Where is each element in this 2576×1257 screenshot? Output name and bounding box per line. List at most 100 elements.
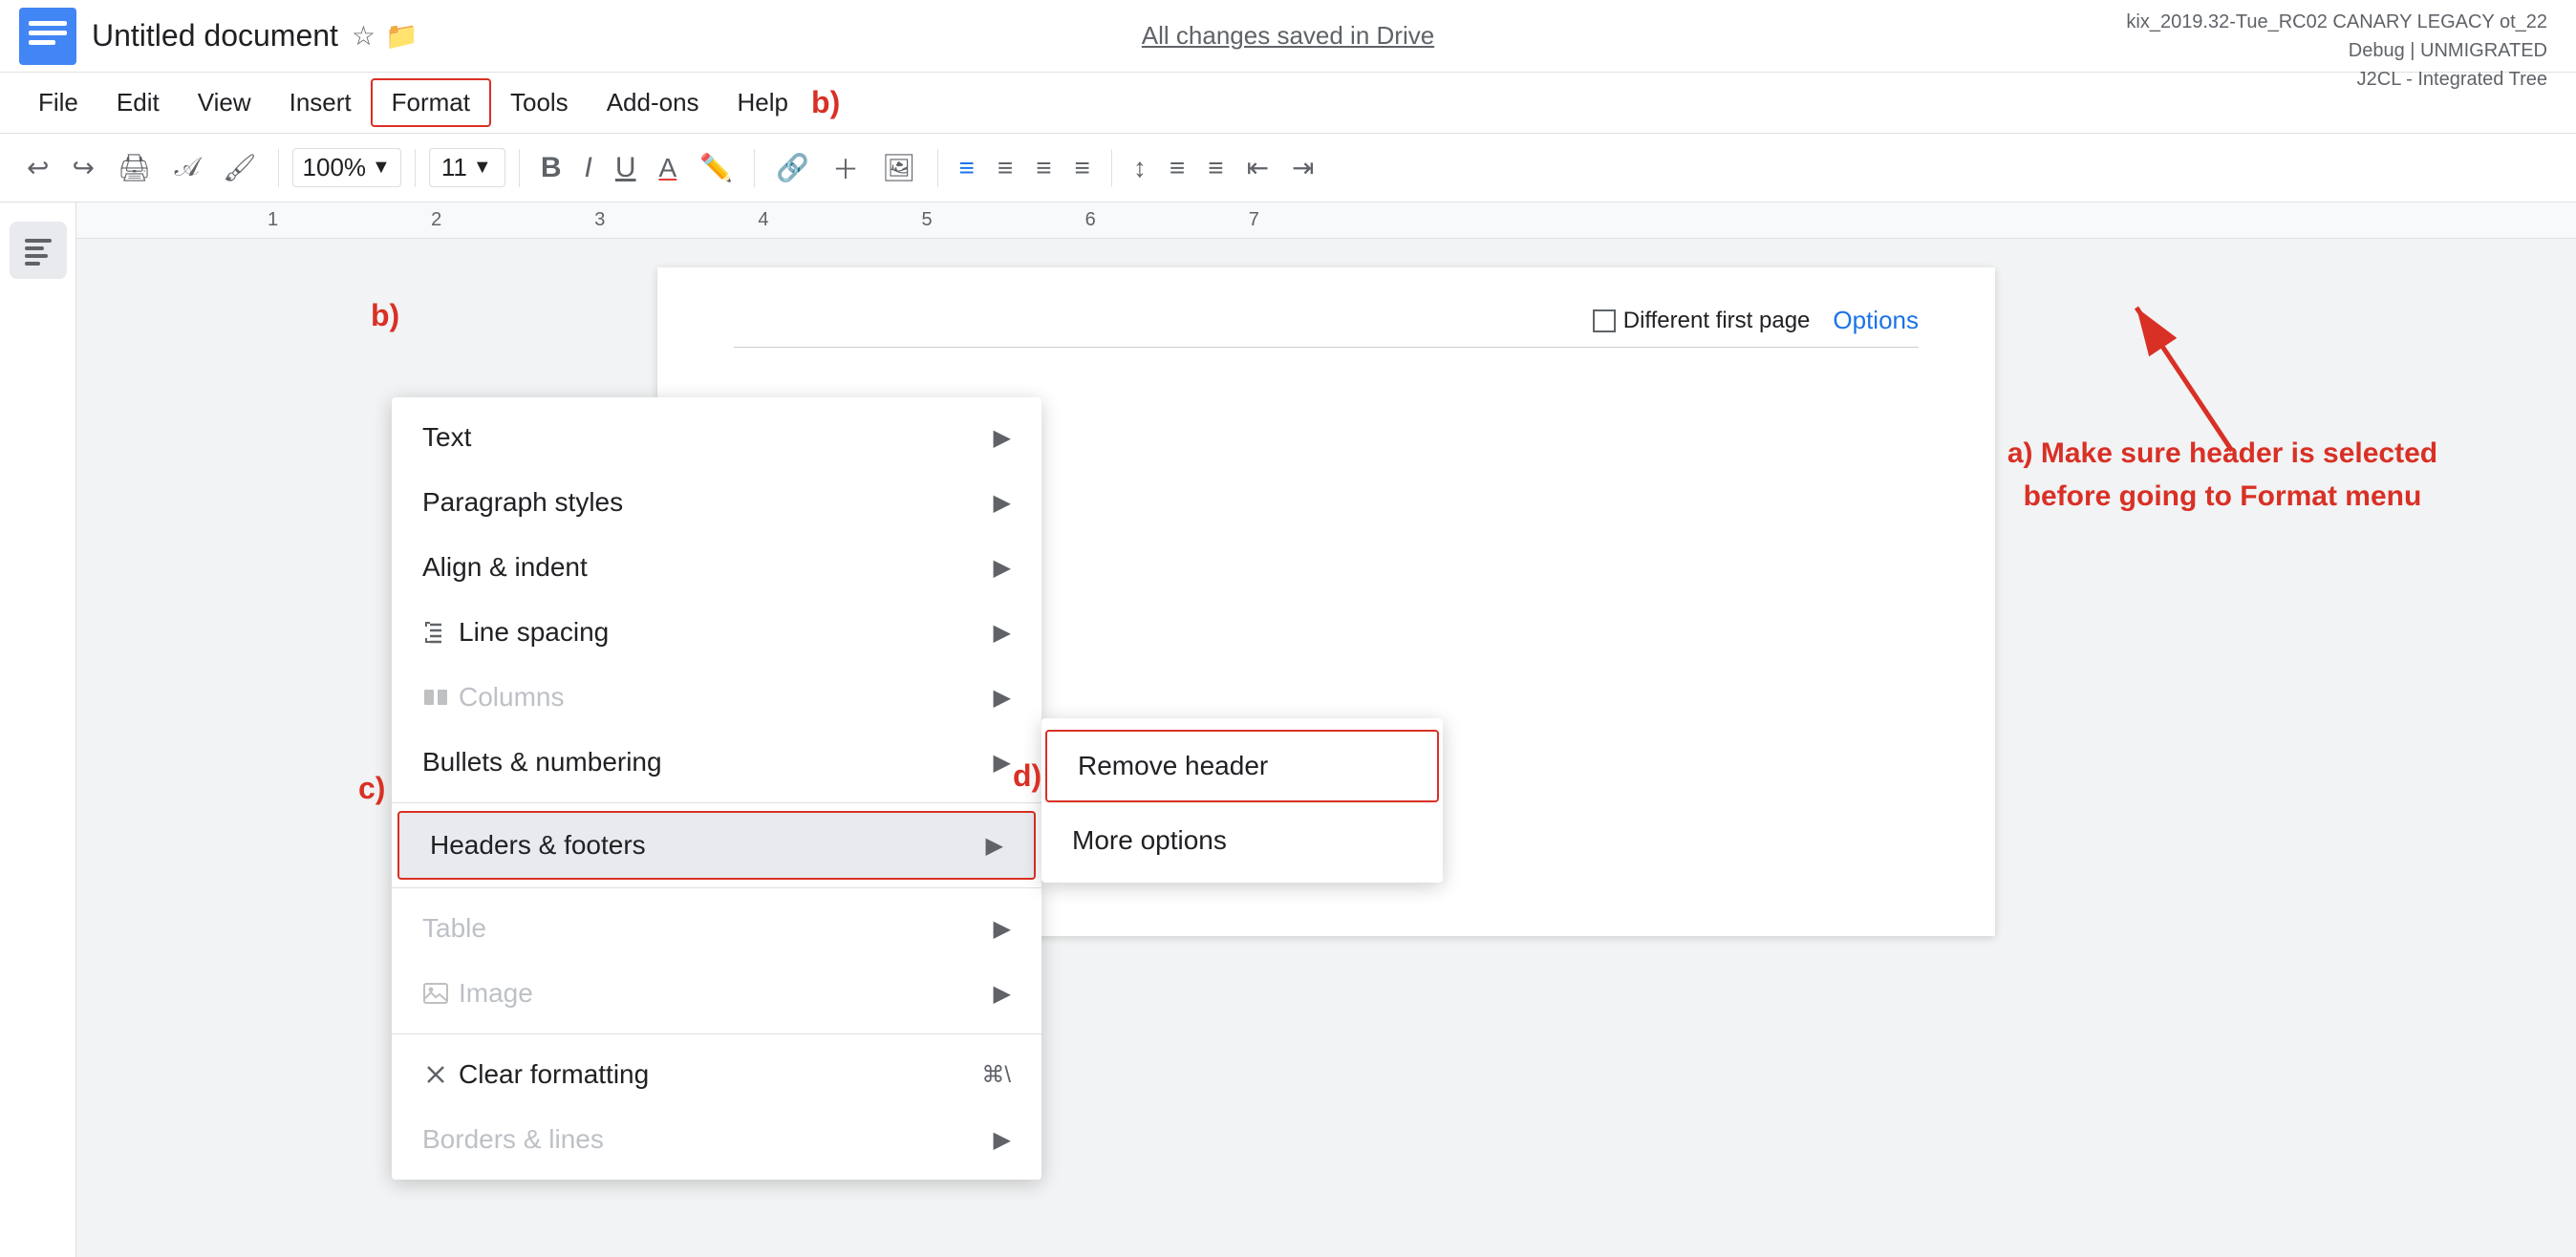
list-button[interactable]: ≡	[1162, 147, 1192, 189]
text-color-button[interactable]: A	[652, 147, 685, 189]
menu-tools[interactable]: Tools	[491, 80, 588, 125]
format-linespacing-label: Line spacing	[459, 617, 609, 648]
menu-divider-2	[392, 887, 1041, 888]
folder-icon[interactable]: 📁	[385, 20, 419, 52]
remove-header-label: Remove header	[1078, 751, 1268, 781]
format-image-arrow: ▶	[994, 980, 1011, 1008]
format-borders-arrow: ▶	[994, 1126, 1011, 1154]
comment-button[interactable]: ＋	[825, 143, 867, 193]
indent-inc-button[interactable]: ⇥	[1284, 146, 1321, 189]
format-headers-label: Headers & footers	[430, 830, 646, 861]
bold-button[interactable]: B	[533, 146, 569, 190]
ruler-num: 6	[1085, 209, 1096, 231]
more-options-label: More options	[1072, 825, 1227, 856]
highlight-button[interactable]: ✏️	[692, 146, 741, 189]
italic-button[interactable]: I	[577, 146, 600, 190]
paintformat-button[interactable]: 🖌	[215, 146, 265, 189]
format-linespacing-item[interactable]: Line spacing ▶	[392, 600, 1041, 665]
ruler-num: 4	[758, 209, 768, 231]
indent-dec-button[interactable]: ⇤	[1239, 146, 1277, 189]
format-clearformatting-item[interactable]: Clear formatting ⌘\	[392, 1042, 1041, 1107]
doc-area: 1 2 3 4 5 6 7 Different first	[76, 202, 2576, 1257]
format-columns-label: Columns	[459, 682, 564, 713]
columns-icon	[422, 684, 449, 711]
ruler-num: 7	[1249, 209, 1259, 231]
format-paragraph-label: Paragraph styles	[422, 487, 623, 518]
spellcheck-button[interactable]: 𝒜	[166, 146, 207, 189]
underline-button[interactable]: U	[608, 146, 644, 190]
separator-2	[415, 149, 416, 187]
menu-view[interactable]: View	[179, 80, 270, 125]
align-right-button[interactable]: ≡	[1028, 147, 1059, 189]
label-b: b)	[811, 85, 840, 120]
ruler-num: 5	[922, 209, 933, 231]
annotation-c: c)	[358, 771, 385, 806]
format-table-item[interactable]: Table ▶	[392, 896, 1041, 961]
line-spacing-icon	[422, 619, 449, 646]
format-paragraph-item[interactable]: Paragraph styles ▶	[392, 470, 1041, 535]
format-align-item[interactable]: Align & indent ▶	[392, 535, 1041, 600]
menu-file[interactable]: File	[19, 80, 97, 125]
separator-4	[754, 149, 755, 187]
format-image-item[interactable]: Image ▶	[392, 961, 1041, 1026]
options-link[interactable]: Options	[1833, 306, 1919, 335]
format-clearformatting-label: Clear formatting	[459, 1059, 649, 1090]
print-button[interactable]: 🖨	[110, 146, 160, 189]
sidebar	[0, 202, 76, 1257]
font-size-selector[interactable]: 11 ▼	[429, 148, 505, 187]
sidebar-outline-icon[interactable]	[10, 222, 67, 279]
format-borders-item[interactable]: Borders & lines ▶	[392, 1107, 1041, 1172]
menu-help[interactable]: Help	[719, 80, 807, 125]
main-area: 1 2 3 4 5 6 7 Different first	[0, 202, 2576, 1257]
format-bullets-arrow: ▶	[994, 749, 1011, 777]
undo-button[interactable]: ↩	[19, 146, 56, 189]
format-clearformatting-shortcut: ⌘\	[981, 1061, 1011, 1089]
menu-insert[interactable]: Insert	[270, 80, 371, 125]
format-image-label: Image	[459, 978, 533, 1009]
format-align-arrow: ▶	[994, 554, 1011, 582]
format-bullets-label: Bullets & numbering	[422, 747, 662, 778]
menu-addons[interactable]: Add-ons	[588, 80, 719, 125]
separator-6	[1111, 149, 1112, 187]
menu-format[interactable]: Format	[371, 78, 491, 127]
clear-formatting-icon	[422, 1061, 449, 1088]
format-bullets-item[interactable]: Bullets & numbering ▶	[392, 730, 1041, 795]
align-left-button[interactable]: ≡	[952, 147, 982, 189]
format-menu: Text ▶ Paragraph styles ▶ Align & indent…	[392, 397, 1041, 1180]
headers-submenu: Remove header More options	[1041, 718, 1443, 883]
link-button[interactable]: 🔗	[768, 146, 817, 189]
menu-divider-1	[392, 802, 1041, 803]
redo-button[interactable]: ↪	[64, 146, 101, 189]
star-icon[interactable]: ☆	[352, 20, 376, 52]
format-align-label: Align & indent	[422, 552, 588, 583]
different-first-page-wrap: Different first page	[1593, 308, 1811, 334]
format-paragraph-arrow: ▶	[994, 489, 1011, 517]
format-headers-item[interactable]: Headers & footers ▶	[397, 811, 1036, 880]
remove-header-item[interactable]: Remove header	[1045, 730, 1439, 802]
align-center-button[interactable]: ≡	[990, 147, 1020, 189]
doc-title[interactable]: Untitled document	[92, 18, 338, 53]
ruler-num: 3	[594, 209, 605, 231]
format-table-arrow: ▶	[994, 915, 1011, 943]
different-first-page-checkbox[interactable]	[1593, 309, 1616, 332]
format-text-label: Text	[422, 422, 471, 453]
format-table-label: Table	[422, 913, 486, 944]
more-options-item[interactable]: More options	[1041, 806, 1443, 875]
header-area: Different first page Options	[734, 306, 1919, 348]
separator-1	[278, 149, 279, 187]
zoom-selector[interactable]: 100% ▼	[292, 148, 401, 187]
menu-divider-3	[392, 1033, 1041, 1034]
image-button[interactable]: 🖼	[874, 146, 924, 189]
menu-edit[interactable]: Edit	[97, 80, 179, 125]
app-icon	[19, 8, 76, 65]
bullet-button[interactable]: ≡	[1200, 147, 1231, 189]
ruler-num: 2	[431, 209, 441, 231]
format-text-arrow: ▶	[994, 424, 1011, 452]
format-text-item[interactable]: Text ▶	[392, 405, 1041, 470]
image-icon	[422, 980, 449, 1007]
format-columns-item[interactable]: Columns ▶	[392, 665, 1041, 730]
line-spacing-btn[interactable]: ↕	[1126, 147, 1154, 189]
ruler: 1 2 3 4 5 6 7	[76, 202, 2576, 239]
align-justify-button[interactable]: ≡	[1067, 147, 1098, 189]
annotation-b: b)	[371, 298, 399, 333]
